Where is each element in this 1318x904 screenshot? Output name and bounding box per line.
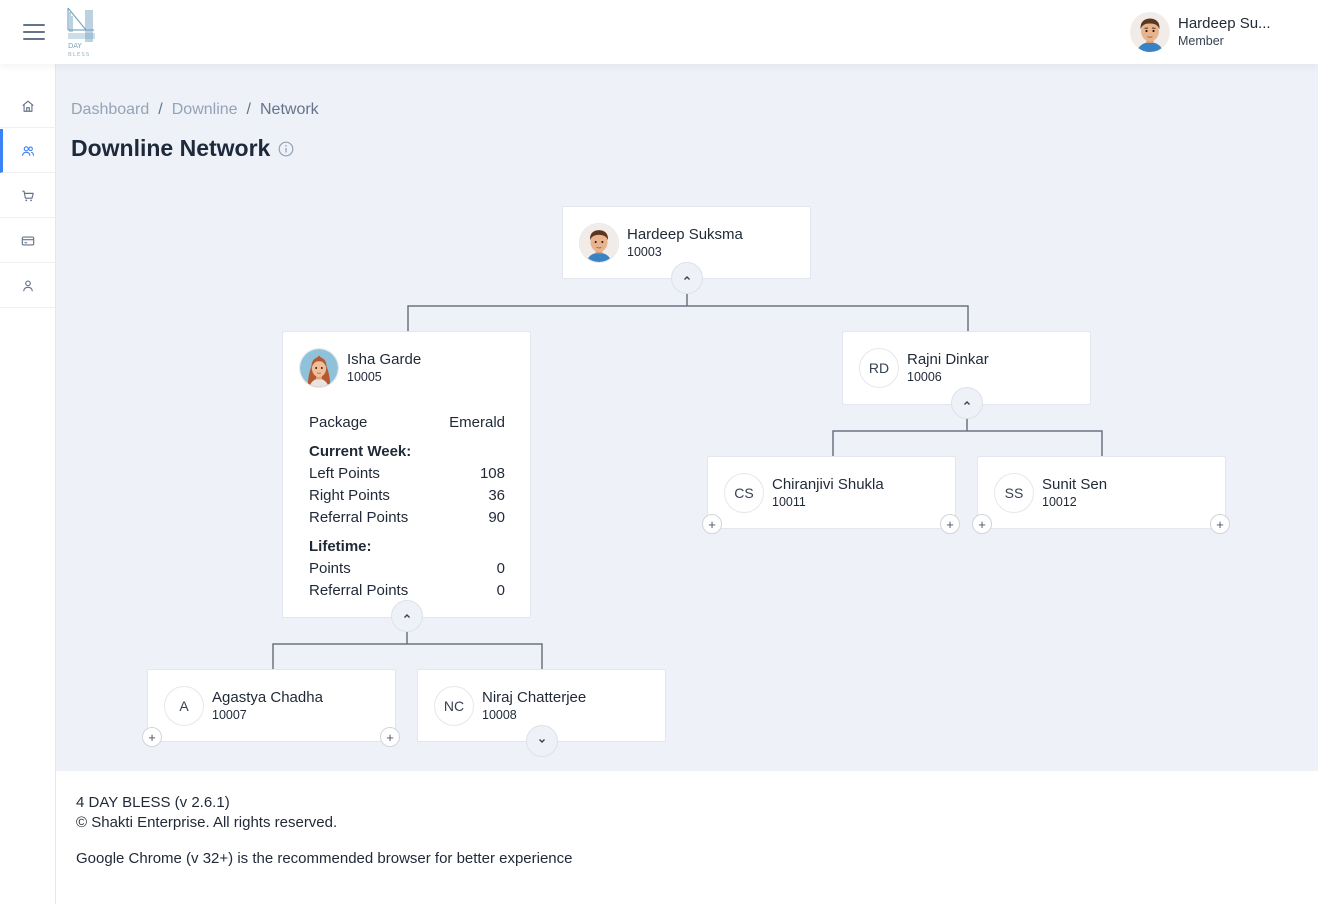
tree-connectors <box>272 293 1103 669</box>
member-initials-avatar: CS <box>724 473 764 513</box>
member-id: 10003 <box>627 245 662 259</box>
home-icon <box>22 100 34 112</box>
user-icon <box>23 280 33 291</box>
menu-toggle-icon[interactable] <box>23 24 45 40</box>
sidebar-item-payments[interactable] <box>0 219 56 263</box>
add-right-member-button[interactable]: + <box>1210 514 1230 534</box>
sidebar-item-shop[interactable] <box>0 174 56 218</box>
svg-text:DAY: DAY <box>68 42 83 50</box>
collapse-button[interactable] <box>391 600 423 632</box>
member-avatar <box>579 223 619 263</box>
chevron-up-icon <box>964 401 970 405</box>
member-name: Chiranjivi Shukla <box>772 476 884 493</box>
member-id: 10005 <box>347 370 382 384</box>
sidebar-item-home[interactable] <box>0 84 56 128</box>
add-right-member-button[interactable]: + <box>940 514 960 534</box>
add-left-member-button[interactable]: + <box>972 514 992 534</box>
top-header: DAY BLESS Hardeep Su... Member <box>0 0 1318 64</box>
member-id: 10008 <box>482 708 517 722</box>
member-id: 10007 <box>212 708 247 722</box>
cart-icon <box>22 190 34 201</box>
chevron-up-icon <box>684 276 690 280</box>
chevron-down-icon <box>539 739 545 743</box>
current-week-heading: Current Week: <box>309 443 412 460</box>
user-avatar <box>1130 12 1170 52</box>
collapse-button[interactable] <box>951 387 983 419</box>
collapse-button[interactable] <box>671 262 703 294</box>
add-right-member-button[interactable]: + <box>380 727 400 747</box>
member-initials-avatar: RD <box>859 348 899 388</box>
main-content: Dashboard / Downline / Network Downline … <box>56 64 1318 771</box>
member-id: 10006 <box>907 370 942 384</box>
add-left-member-button[interactable]: + <box>142 727 162 747</box>
tree-node-right-right[interactable]: SS Sunit Sen 10012 <box>977 456 1226 529</box>
tree-node-left-left[interactable]: A Agastya Chadha 10007 <box>147 669 396 742</box>
sidebar-item-profile[interactable] <box>0 264 56 308</box>
lifetime-referral-row: Referral Points 0 <box>309 582 505 599</box>
member-name: Isha Garde <box>347 351 422 368</box>
chevron-up-icon <box>404 614 410 618</box>
tree-node-left[interactable]: Isha Garde 10005 Package Emerald Current… <box>282 331 531 618</box>
users-icon <box>22 145 35 156</box>
member-initials-avatar: SS <box>994 473 1034 513</box>
svg-text:BLESS: BLESS <box>68 52 90 58</box>
member-name: Sunit Sen <box>1042 476 1108 493</box>
package-value: Emerald <box>449 414 505 431</box>
member-details: Package Emerald Current Week: Left Point… <box>309 412 505 602</box>
member-initials-avatar: NC <box>434 686 474 726</box>
member-name: Hardeep Suksma <box>627 226 743 243</box>
member-name: Agastya Chadha <box>212 689 323 706</box>
right-points-row: Right Points 36 <box>309 487 505 504</box>
brand-logo[interactable]: DAY BLESS <box>66 6 98 58</box>
user-name: Hardeep Su... <box>1178 15 1271 32</box>
footer-copyright: © Shakti Enterprise. All rights reserved… <box>76 814 338 831</box>
user-menu[interactable]: Hardeep Su... Member <box>1130 12 1271 52</box>
lifetime-heading: Lifetime: <box>309 538 372 555</box>
footer: 4 DAY BLESS (v 2.6.1) © Shakti Enterpris… <box>56 771 1318 904</box>
sidebar <box>0 64 56 904</box>
lifetime-points-row: Points 0 <box>309 560 505 577</box>
add-left-member-button[interactable]: + <box>702 514 722 534</box>
sidebar-item-downline[interactable] <box>0 129 56 173</box>
footer-browser-note: Google Chrome (v 32+) is the recommended… <box>76 850 573 867</box>
expand-button[interactable] <box>526 725 558 757</box>
member-initials-avatar: A <box>164 686 204 726</box>
referral-points-row: Referral Points 90 <box>309 509 505 526</box>
tree-node-right-left[interactable]: CS Chiranjivi Shukla 10011 <box>707 456 956 529</box>
member-id: 10011 <box>772 495 806 509</box>
member-avatar <box>299 348 339 388</box>
card-icon <box>21 235 35 246</box>
left-points-row: Left Points 108 <box>309 465 505 482</box>
user-role: Member <box>1178 34 1224 48</box>
member-name: Niraj Chatterjee <box>482 689 587 706</box>
member-id: 10012 <box>1042 495 1077 509</box>
package-row: Package Emerald <box>309 412 505 434</box>
footer-version: 4 DAY BLESS (v 2.6.1) <box>76 794 230 811</box>
member-name: Rajni Dinkar <box>907 351 989 368</box>
